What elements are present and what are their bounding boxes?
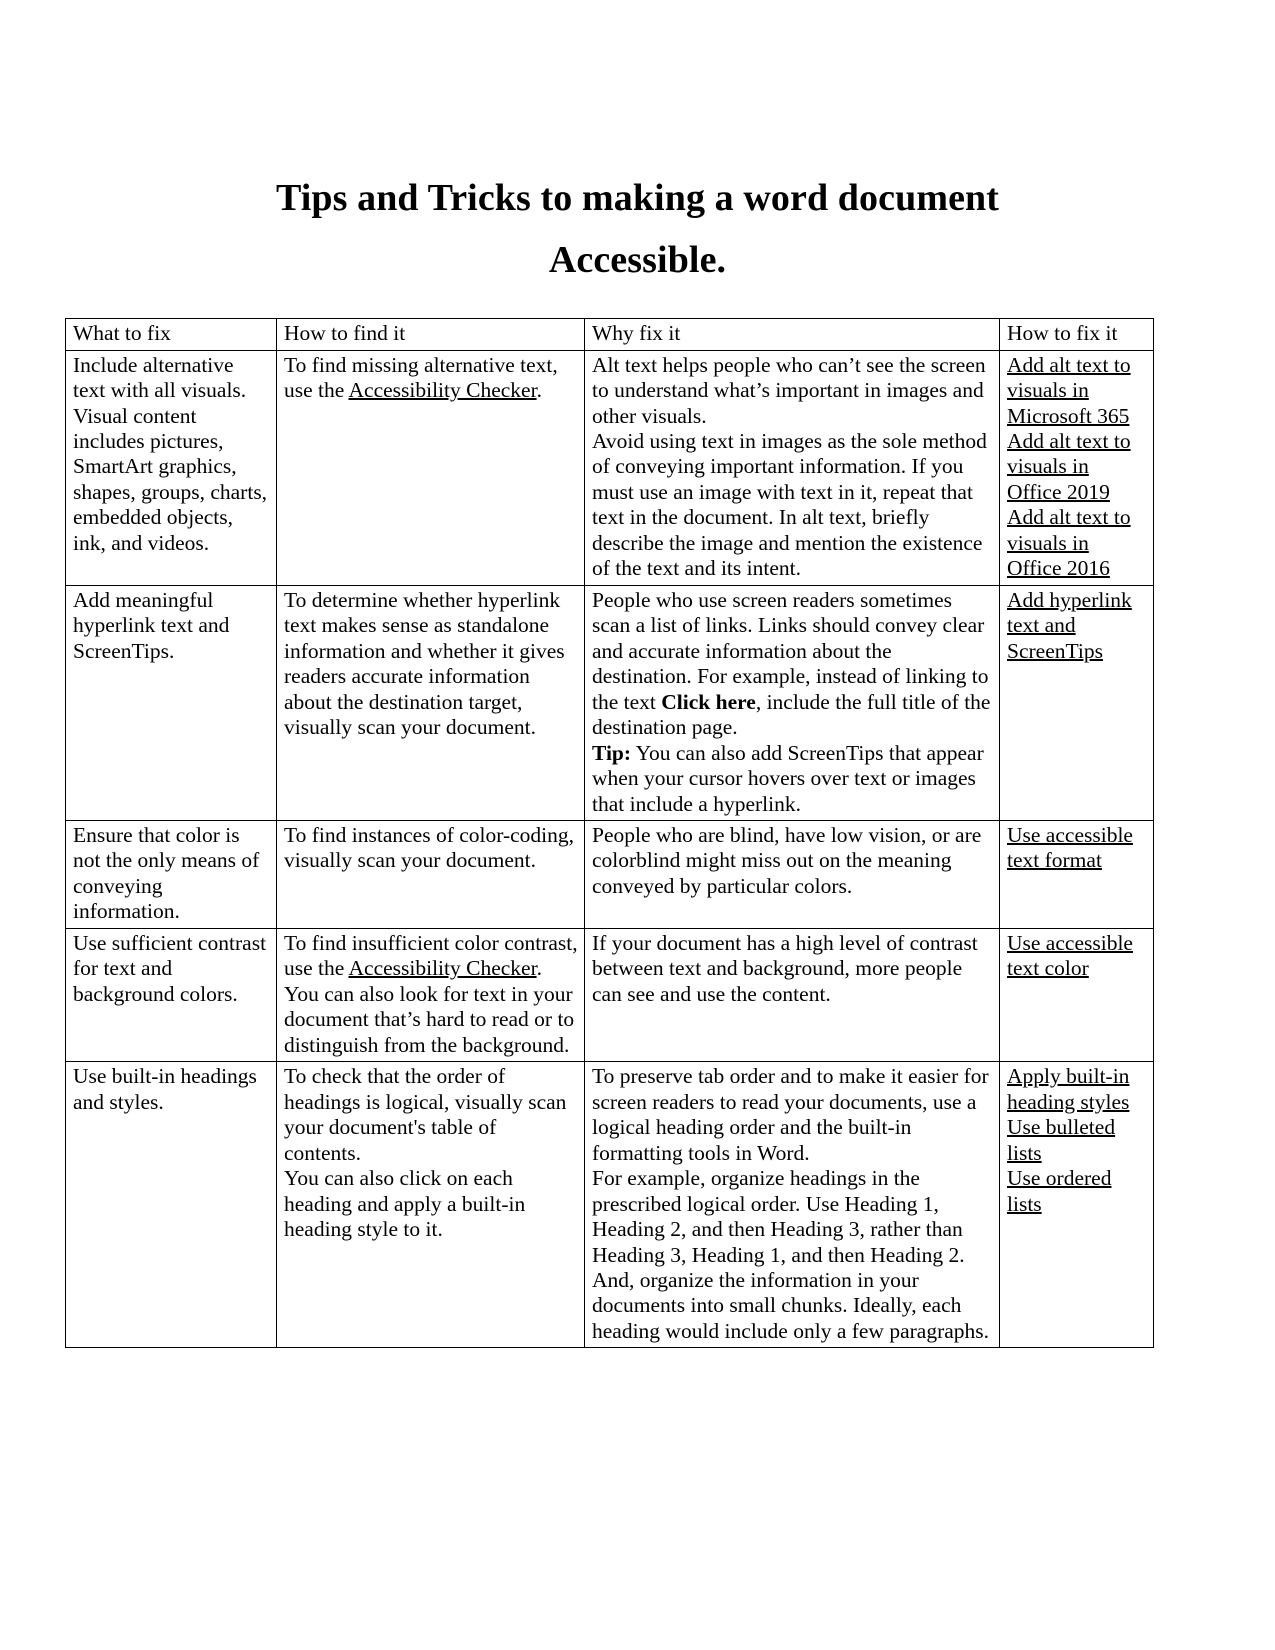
document-page: Tips and Tricks to making a word documen… bbox=[0, 0, 1275, 1650]
cell-how-to-find-it: To find missing alternative text, use th… bbox=[276, 349, 585, 586]
cell-what-to-fix: Use built-in headings and styles. bbox=[65, 1061, 277, 1349]
cell-text: People who use screen readers sometimes … bbox=[592, 588, 993, 741]
column-header-how-to-find-it: How to find it bbox=[276, 318, 585, 351]
cell-what-to-fix: Include alternative text with all visual… bbox=[65, 349, 277, 586]
cell-text: To check that the order of headings is l… bbox=[284, 1064, 567, 1165]
cell-how-to-fix-it: Add hyperlink text and ScreenTips bbox=[999, 584, 1154, 822]
text-fragment: . bbox=[536, 956, 542, 981]
link-list: Apply built-in heading styles Use bullet… bbox=[1007, 1064, 1147, 1217]
column-header-what-to-fix: What to fix bbox=[65, 318, 277, 351]
link-list: Use accessible text format bbox=[1007, 823, 1147, 874]
cell-text: To find missing alternative text, use th… bbox=[284, 353, 578, 404]
page-title-line-2: Accessible. bbox=[548, 238, 727, 281]
text-fragment: . bbox=[536, 378, 542, 403]
table-row: Ensure that color is not the only means … bbox=[65, 820, 1154, 929]
cell-how-to-find-it: To find insufficient color contrast, use… bbox=[276, 927, 585, 1063]
cell-text: Use built-in headings and styles. bbox=[73, 1064, 257, 1114]
cell-text: If your document has a high level of con… bbox=[592, 930, 978, 1006]
cell-text: You can also click on each heading and a… bbox=[284, 1166, 526, 1242]
accessibility-tips-table: What to fix How to find it Why fix it Ho… bbox=[65, 318, 1154, 1349]
cell-text: You can also look for text in your docum… bbox=[284, 981, 575, 1057]
cell-text: To preserve tab order and to make it eas… bbox=[592, 1064, 989, 1165]
cell-text: Use sufficient contrast for text and bac… bbox=[73, 930, 267, 1006]
cell-why-fix-it: If your document has a high level of con… bbox=[584, 927, 1000, 1063]
link-list: Add hyperlink text and ScreenTips bbox=[1007, 588, 1147, 664]
table-row: Add meaningful hyperlink text and Screen… bbox=[65, 584, 1154, 822]
page-title: Tips and Tricks to making a word documen… bbox=[0, 0, 1275, 291]
link-list: Use accessible text color bbox=[1007, 931, 1147, 982]
cell-text: For example, organize headings in the pr… bbox=[592, 1166, 990, 1343]
cell-text: Tip: You can also add ScreenTips that ap… bbox=[592, 741, 993, 817]
cell-text: To determine whether hyperlink text make… bbox=[284, 587, 565, 740]
link-list: Add alt text to visuals in Microsoft 365… bbox=[1007, 353, 1147, 582]
cell-how-to-fix-it: Apply built-in heading styles Use bullet… bbox=[999, 1061, 1154, 1349]
cell-text: People who are blind, have low vision, o… bbox=[592, 823, 982, 898]
accessibility-checker-link[interactable]: Accessibility Checker bbox=[349, 378, 537, 402]
cell-what-to-fix: Use sufficient contrast for text and bac… bbox=[65, 927, 277, 1063]
how-to-fix-link[interactable]: Use accessible text format bbox=[1007, 823, 1147, 874]
cell-how-to-fix-it: Add alt text to visuals in Microsoft 365… bbox=[999, 349, 1154, 586]
cell-why-fix-it: Alt text helps people who can’t see the … bbox=[584, 349, 1000, 586]
cell-how-to-find-it: To check that the order of headings is l… bbox=[276, 1061, 585, 1349]
how-to-fix-link[interactable]: Use bulleted lists bbox=[1007, 1115, 1147, 1166]
cell-text: To find insufficient color contrast, use… bbox=[284, 931, 578, 982]
cell-what-to-fix: Ensure that color is not the only means … bbox=[65, 820, 277, 929]
how-to-fix-link[interactable]: Apply built-in heading styles bbox=[1007, 1064, 1147, 1115]
cell-why-fix-it: To preserve tab order and to make it eas… bbox=[584, 1061, 1000, 1349]
how-to-fix-link[interactable]: Add alt text to visuals in Microsoft 365 bbox=[1007, 353, 1147, 429]
how-to-fix-link[interactable]: Add alt text to visuals in Office 2016 bbox=[1007, 505, 1147, 581]
cell-text: Alt text helps people who can’t see the … bbox=[592, 352, 986, 428]
cell-text: Avoid using text in images as the sole m… bbox=[592, 428, 987, 581]
how-to-fix-link[interactable]: Use ordered lists bbox=[1007, 1166, 1147, 1217]
cell-why-fix-it: People who are blind, have low vision, o… bbox=[584, 820, 1000, 929]
column-header-how-to-fix-it: How to fix it bbox=[999, 318, 1154, 351]
cell-why-fix-it: People who use screen readers sometimes … bbox=[584, 584, 1000, 822]
cell-what-to-fix: Add meaningful hyperlink text and Screen… bbox=[65, 584, 277, 822]
table-row: Include alternative text with all visual… bbox=[65, 349, 1154, 586]
table-row: Use built-in headings and styles. To che… bbox=[65, 1061, 1154, 1349]
table-header-row: What to fix How to find it Why fix it Ho… bbox=[65, 318, 1154, 351]
column-header-why-fix-it: Why fix it bbox=[584, 318, 1000, 351]
accessibility-checker-link[interactable]: Accessibility Checker bbox=[349, 956, 537, 980]
cell-how-to-fix-it: Use accessible text color bbox=[999, 927, 1154, 1063]
text-fragment: You can also add ScreenTips that appear … bbox=[592, 740, 984, 816]
cell-text: Add meaningful hyperlink text and Screen… bbox=[73, 587, 230, 663]
page-title-line-1: Tips and Tricks to making a word documen… bbox=[275, 177, 1000, 219]
cell-how-to-find-it: To find instances of color-coding, visua… bbox=[276, 820, 585, 929]
table-row: Use sufficient contrast for text and bac… bbox=[65, 927, 1154, 1063]
cell-text: Include alternative text with all visual… bbox=[73, 352, 268, 555]
cell-text: Ensure that color is not the only means … bbox=[73, 823, 260, 924]
how-to-fix-link[interactable]: Use accessible text color bbox=[1007, 931, 1147, 982]
how-to-fix-link[interactable]: Add alt text to visuals in Office 2019 bbox=[1007, 429, 1147, 505]
bold-tip-label: Tip: bbox=[592, 740, 632, 765]
cell-how-to-fix-it: Use accessible text format bbox=[999, 820, 1154, 929]
cell-how-to-find-it: To determine whether hyperlink text make… bbox=[276, 584, 585, 822]
bold-click-here: Click here bbox=[661, 689, 756, 714]
cell-text: To find instances of color-coding, visua… bbox=[284, 823, 575, 873]
how-to-fix-link[interactable]: Add hyperlink text and ScreenTips bbox=[1007, 588, 1147, 664]
